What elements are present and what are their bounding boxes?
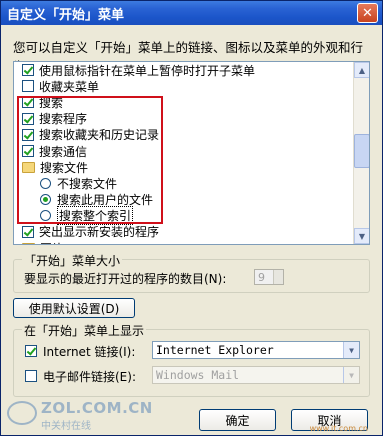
checkbox-checked-icon[interactable] xyxy=(22,96,34,109)
chevron-down-icon: ▼ xyxy=(343,367,359,383)
list-scrollbar[interactable]: ▲ ▼ xyxy=(353,62,369,244)
close-button[interactable]: ✕ xyxy=(357,3,378,23)
list-item[interactable]: 搜索此用户的文件 xyxy=(14,192,354,208)
chevron-down-icon[interactable]: ▼ xyxy=(343,342,359,358)
list-item[interactable]: 搜索文件 xyxy=(14,159,354,175)
show-on-start-title: 在「开始」菜单上显示 xyxy=(22,322,147,339)
internet-link-select[interactable]: Internet Explorer ▼ xyxy=(152,341,360,359)
list-item-label: 搜索整个索引 xyxy=(57,206,134,226)
spinner-arrows-icon[interactable] xyxy=(273,270,283,284)
list-item[interactable]: 不搜索文件 xyxy=(14,175,354,191)
radio-selected-icon[interactable] xyxy=(40,194,51,206)
list-item-label: 收藏夹菜单 xyxy=(39,79,100,94)
list-item-label: 使用鼠标指针在菜单上暂停时打开子菜单 xyxy=(39,63,256,78)
start-menu-size-group: 「开始」菜单大小 要显示的最近打开过的程序的数目(N): 9 xyxy=(13,252,370,293)
folder-icon xyxy=(22,242,35,244)
radio-icon[interactable] xyxy=(40,177,51,189)
list-items-container: 使用鼠标指针在菜单上暂停时打开子菜单 收藏夹菜单 搜索 搜索程序 搜索收藏夹和历史记录搜… xyxy=(14,62,354,244)
checkbox-checked-icon[interactable] xyxy=(22,112,34,125)
zol-logo-icon xyxy=(7,401,37,425)
recent-programs-value: 9 xyxy=(258,270,265,284)
scroll-up-icon[interactable]: ▲ xyxy=(354,62,369,78)
email-link-checkbox[interactable] xyxy=(25,370,37,382)
email-link-label: 电子邮件链接(E): xyxy=(43,370,136,384)
list-item-label: 搜索收藏夹和历史记录 xyxy=(39,128,160,143)
start-menu-items-list[interactable]: 使用鼠标指针在菜单上暂停时打开子菜单 收藏夹菜单 搜索 搜索程序 搜索收藏夹和历史记录搜… xyxy=(13,61,370,245)
dialog-title: 自定义「开始」菜单 xyxy=(7,7,125,23)
list-item-label: 搜索程序 xyxy=(39,112,88,127)
checkbox-checked-icon[interactable] xyxy=(22,225,34,238)
radio-icon[interactable] xyxy=(40,210,51,222)
list-item-label: 搜索通信 xyxy=(39,144,88,159)
ok-button[interactable]: 确定 xyxy=(199,409,276,431)
internet-link-label: Internet 链接(I): xyxy=(43,345,136,359)
list-item[interactable]: 图片 xyxy=(14,240,354,244)
internet-link-checkbox[interactable] xyxy=(25,345,37,357)
list-item[interactable]: 使用鼠标指针在菜单上暂停时打开子菜单 xyxy=(14,62,354,78)
list-item[interactable]: 搜索整个索引 xyxy=(14,206,354,226)
list-item[interactable]: 搜索通信 xyxy=(14,143,354,159)
checkbox-checked-icon[interactable] xyxy=(22,145,34,158)
list-item-label: 搜索 xyxy=(39,95,64,110)
list-item[interactable]: 搜索程序 xyxy=(14,111,354,127)
customize-start-menu-dialog: 自定义「开始」菜单 ✕ 您可以自定义「开始」菜单上的链接、图标以及菜单的外观和行… xyxy=(0,0,383,436)
list-item-label: 搜索文件 xyxy=(40,160,89,175)
list-item[interactable]: 收藏夹菜单 xyxy=(14,78,354,94)
folder-icon xyxy=(22,161,35,173)
watermark-logo: ZOL.COM.CN 中关村在线 xyxy=(7,399,152,433)
checkbox-icon[interactable] xyxy=(22,80,34,93)
email-link-value: Windows Mail xyxy=(156,368,240,382)
title-bar: 自定义「开始」菜单 ✕ xyxy=(1,1,382,25)
scroll-down-icon[interactable]: ▼ xyxy=(354,228,369,244)
list-item-label: 不搜索文件 xyxy=(57,176,118,191)
checkbox-checked-icon[interactable] xyxy=(22,128,34,141)
use-defaults-button[interactable]: 使用默认设置(D) xyxy=(13,298,135,318)
start-menu-size-title: 「开始」菜单大小 xyxy=(22,252,123,269)
list-item-label: 突出显示新安装的程序 xyxy=(39,225,160,240)
list-item-label: 图片 xyxy=(40,240,64,244)
scroll-thumb[interactable] xyxy=(354,134,369,168)
email-link-select: Windows Mail ▼ xyxy=(152,366,360,384)
corner-watermark: www.it.com.cn xyxy=(309,424,368,433)
internet-link-value: Internet Explorer xyxy=(156,343,274,357)
show-on-start-group: 在「开始」菜单上显示 Internet 链接(I): Internet Expl… xyxy=(13,322,370,397)
list-item[interactable]: 突出显示新安装的程序 xyxy=(14,224,354,240)
recent-programs-spinner[interactable]: 9 xyxy=(254,269,284,285)
checkbox-checked-icon[interactable] xyxy=(22,64,34,77)
recent-programs-label: 要显示的最近打开过的程序的数目(N): xyxy=(24,272,227,286)
list-item[interactable]: 搜索 xyxy=(14,94,354,110)
list-item[interactable]: 搜索收藏夹和历史记录 xyxy=(14,127,354,143)
